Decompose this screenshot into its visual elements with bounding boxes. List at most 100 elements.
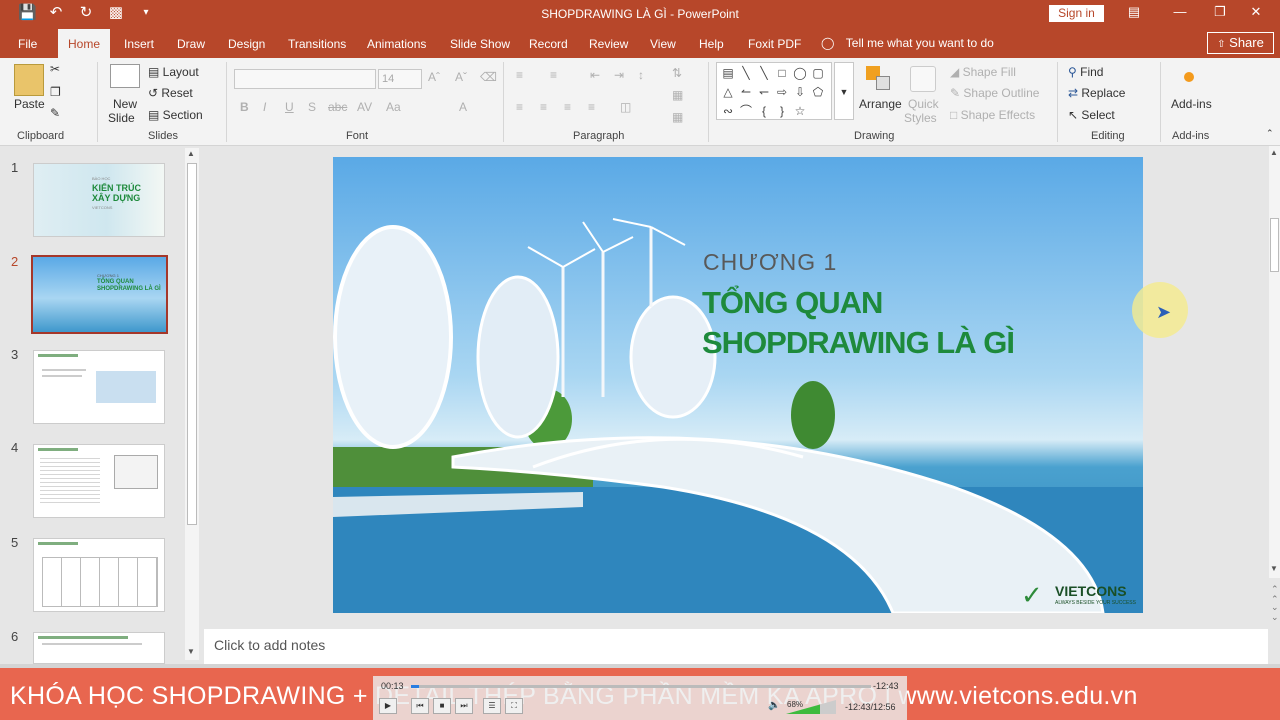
prev-slide-icon[interactable]: ⌃ ⌃ [1271,584,1279,604]
line-shape-icon[interactable]: ╲ [755,64,773,83]
slide-chapter-label[interactable]: CHƯƠNG 1 [703,249,837,276]
layout-button[interactable]: ▤ Layout [148,65,199,79]
smartart-icon[interactable]: ▦ [672,110,683,124]
font-name-combobox[interactable] [234,69,376,89]
tab-record[interactable]: Record [529,37,568,51]
tab-home[interactable]: Home [58,29,111,58]
add-ins-icon[interactable] [1184,72,1194,82]
slide-scrollbar[interactable]: ▲ ▼ [1269,146,1280,578]
playlist-icon[interactable]: ☰ [483,698,501,714]
slide-canvas[interactable]: CHƯƠNG 1 TỔNG QUAN SHOPDRAWING LÀ GÌ ✓ V… [333,157,1143,613]
format-painter-icon[interactable]: ✎ [50,106,60,120]
increase-indent-icon[interactable]: ⇥ [614,68,624,82]
tab-slide-show[interactable]: Slide Show [450,37,510,51]
tell-me-search[interactable]: ◯ Tell me what you want to do [821,36,994,50]
strikethrough-button[interactable]: abc [328,100,347,114]
quick-styles-label-2[interactable]: Styles [904,111,937,125]
tab-file[interactable]: File [18,37,37,51]
volume-icon[interactable]: 🔈 [768,700,780,711]
shapes-more-button[interactable]: ▼ [834,62,854,120]
text-direction-icon[interactable]: ⇅ [672,66,682,80]
pentagon-shape-icon[interactable]: ⬠ [809,83,827,102]
slide-thumbnail-1[interactable]: BÀO HỌC KIẾN TRÚC XÂY DỰNG VIETCONS [33,163,165,237]
scroll-up-icon[interactable]: ▲ [187,149,195,158]
connector-shape-icon[interactable]: ↼ [737,83,755,102]
arrow-down-shape-icon[interactable]: ⇩ [791,83,809,102]
change-case-button[interactable]: Aa [386,100,401,114]
select-button[interactable]: ↖ Select [1068,108,1115,122]
add-ins-button[interactable]: Add-ins [1171,97,1212,111]
new-slide-label[interactable]: New [113,97,137,111]
slide-thumbnail-2[interactable]: CHƯƠNG 1 TỔNG QUAN SHOPDRAWING LÀ GÌ [31,255,168,334]
slide-thumbnail-3[interactable] [33,350,165,424]
skip-back-icon[interactable]: ⏮ [411,698,429,714]
clear-formatting-icon[interactable]: ⌫ [480,70,497,84]
increase-font-icon[interactable]: Aˆ [428,70,440,84]
tab-review[interactable]: Review [589,37,628,51]
fullscreen-icon[interactable]: ⛶ [505,698,523,714]
triangle-shape-icon[interactable]: △ [719,83,737,102]
decrease-font-icon[interactable]: Aˇ [455,70,467,84]
tab-draw[interactable]: Draw [177,37,205,51]
slide-thumbnail-6[interactable] [33,632,165,664]
notes-pane[interactable]: Click to add notes [204,629,1268,664]
slide-thumbnail-4[interactable] [33,444,165,518]
brace-right-shape-icon[interactable]: } [773,102,791,121]
brace-left-shape-icon[interactable]: { [755,102,773,121]
line-spacing-icon[interactable]: ↕ [638,68,644,82]
section-button[interactable]: ▤ Section [148,108,203,122]
find-button[interactable]: ⚲ Find [1068,65,1103,79]
align-left-icon[interactable]: ≡ [516,100,523,114]
tab-view[interactable]: View [650,37,676,51]
decrease-indent-icon[interactable]: ⇤ [590,68,600,82]
rounded-rectangle-shape-icon[interactable]: ▢ [809,64,827,83]
shape-effects-button[interactable]: □ Shape Effects [950,108,1035,122]
reset-button[interactable]: ↺ Reset [148,86,193,100]
justify-icon[interactable]: ≡ [588,100,595,114]
tab-animations[interactable]: Animations [367,37,426,51]
cut-icon[interactable]: ✂ [50,62,60,76]
align-center-icon[interactable]: ≡ [540,100,547,114]
copy-icon[interactable]: ❐ [50,85,61,99]
bullets-icon[interactable]: ≡ [516,68,523,82]
share-button[interactable]: ⇧ Share [1207,32,1274,54]
ribbon-display-icon[interactable]: ▤ [1124,4,1144,20]
shapes-gallery[interactable]: ▤ ╲ ╲ □ ◯ ▢ △ ↼ ↽ ⇨ ⇩ ⬠ ∾ ⌒ { } ☆ [716,62,832,120]
shape-fill-button[interactable]: ◢ Shape Fill [950,65,1016,79]
thumbnails-scrollbar[interactable]: ▲ ▼ [185,148,199,660]
tab-transitions[interactable]: Transitions [288,37,346,51]
slide-thumbnail-5[interactable] [33,538,165,612]
tab-help[interactable]: Help [699,37,724,51]
columns-icon[interactable]: ◫ [620,100,631,114]
stop-icon[interactable]: ■ [433,698,451,714]
oval-shape-icon[interactable]: ◯ [791,64,809,83]
minimize-icon[interactable]: — [1170,4,1190,19]
paste-button[interactable]: Paste [14,97,45,111]
connector-shape-icon[interactable]: ↽ [755,83,773,102]
new-slide-label-2[interactable]: Slide [108,111,135,125]
text-shadow-button[interactable]: S [308,100,316,114]
arrow-right-shape-icon[interactable]: ⇨ [773,83,791,102]
bold-button[interactable]: B [240,100,249,114]
tab-foxit-pdf[interactable]: Foxit PDF [748,37,801,51]
italic-button[interactable]: I [263,100,266,114]
rectangle-shape-icon[interactable]: □ [773,64,791,83]
align-text-icon[interactable]: ▦ [672,88,683,102]
tab-insert[interactable]: Insert [124,37,154,51]
close-icon[interactable]: ✕ [1246,4,1266,20]
arc-shape-icon[interactable]: ⌒ [737,102,755,121]
sign-in-button[interactable]: Sign in [1049,5,1104,22]
collapse-ribbon-icon[interactable]: ⌃ [1266,128,1274,139]
restore-icon[interactable]: ❐ [1210,4,1230,20]
new-slide-icon[interactable] [110,64,140,88]
next-slide-icon[interactable]: ⌄ ⌄ [1271,602,1279,622]
textbox-shape-icon[interactable]: ▤ [719,64,737,83]
slide-title-line-2[interactable]: SHOPDRAWING LÀ GÌ [702,325,1015,361]
scrollbar-thumb[interactable] [1270,218,1279,272]
scroll-down-icon[interactable]: ▼ [1270,564,1278,573]
align-right-icon[interactable]: ≡ [564,100,571,114]
shape-outline-button[interactable]: ✎ Shape Outline [950,86,1039,100]
underline-button[interactable]: U [285,100,294,114]
star-shape-icon[interactable]: ☆ [791,102,809,121]
character-spacing-button[interactable]: AV [357,100,372,114]
